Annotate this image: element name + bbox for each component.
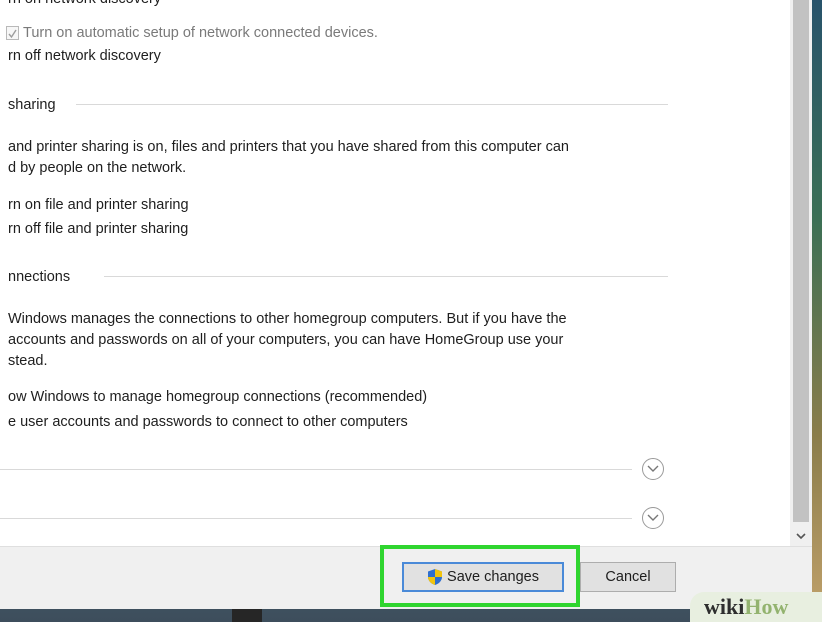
file-sharing-on-option[interactable]: rn on file and printer sharing xyxy=(8,196,189,214)
auto-setup-checkbox-row[interactable]: Turn on automatic setup of network conne… xyxy=(6,24,378,42)
homegroup-windows-managed-option[interactable]: ow Windows to manage homegroup connectio… xyxy=(8,388,427,406)
file-sharing-off-option[interactable]: rn off file and printer sharing xyxy=(8,220,188,238)
wikihow-watermark: wiki How xyxy=(690,592,822,622)
save-changes-button[interactable]: Save changes xyxy=(402,562,564,592)
file-sharing-description-line2: d by people on the network. xyxy=(8,160,187,176)
homegroup-description-line1: Windows manages the connections to other… xyxy=(8,311,567,327)
collapsed-section-divider xyxy=(0,518,632,519)
advanced-sharing-settings-window: rn on network discovery Turn on automati… xyxy=(0,0,812,609)
network-discovery-off-option[interactable]: rn off network discovery xyxy=(8,47,161,65)
file-sharing-description-line1: and printer sharing is on, files and pri… xyxy=(8,139,569,155)
settings-content: rn on network discovery Turn on automati… xyxy=(0,0,790,546)
homegroup-section-title: nnections xyxy=(8,269,71,285)
watermark-how: How xyxy=(744,594,789,619)
watermark-wiki: wiki xyxy=(704,594,745,619)
auto-setup-checkbox-label: Turn on automatic setup of network conne… xyxy=(23,25,378,41)
checkbox-icon[interactable] xyxy=(6,26,19,40)
section-divider xyxy=(104,276,668,277)
homegroup-user-accounts-option[interactable]: e user accounts and passwords to connect… xyxy=(8,413,408,431)
section-divider xyxy=(76,104,668,105)
chevron-down-icon[interactable] xyxy=(642,458,664,480)
uac-shield-icon xyxy=(427,568,443,586)
save-changes-label: Save changes xyxy=(447,569,539,585)
file-sharing-section-title: sharing xyxy=(8,97,56,113)
scroll-down-arrow-icon[interactable] xyxy=(790,526,812,546)
network-discovery-on-option[interactable]: rn on network discovery xyxy=(8,0,161,8)
vertical-scrollbar[interactable] xyxy=(790,0,812,546)
chevron-down-icon[interactable] xyxy=(642,507,664,529)
scrollbar-thumb[interactable] xyxy=(793,0,809,522)
desktop-wallpaper-edge xyxy=(812,0,822,622)
collapsed-section-divider xyxy=(0,469,632,470)
homegroup-description-line3: stead. xyxy=(8,353,48,369)
cancel-label: Cancel xyxy=(605,569,651,585)
homegroup-description-line2: accounts and passwords on all of your co… xyxy=(8,332,564,348)
cancel-button[interactable]: Cancel xyxy=(580,562,676,592)
